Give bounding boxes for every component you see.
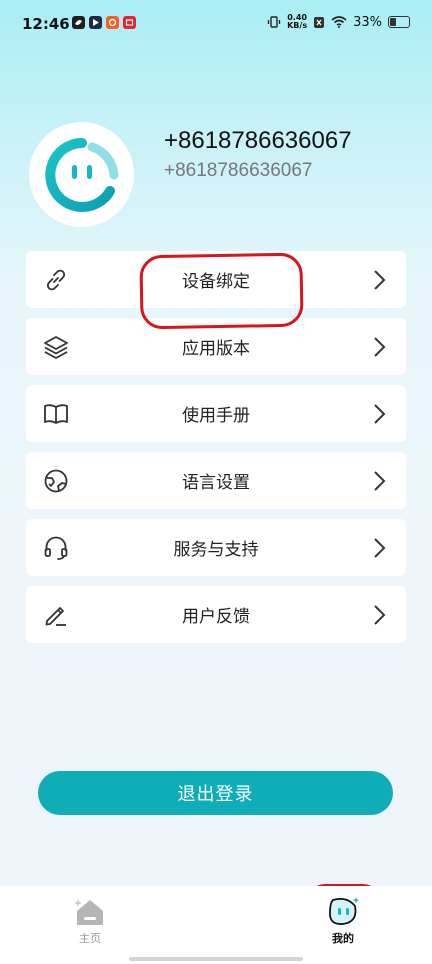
link-icon	[46, 269, 66, 291]
menu-item-service-support[interactable]: 服务与支持	[26, 519, 406, 576]
notification-icons	[72, 16, 136, 29]
menu-item-feedback[interactable]: 用户反馈	[26, 586, 406, 643]
menu-label: 使用手册	[182, 406, 250, 426]
chevron-right-icon	[374, 404, 386, 424]
avatar[interactable]	[29, 122, 134, 227]
menu-label: 用户反馈	[182, 607, 250, 627]
globe-icon	[44, 469, 68, 493]
tab-mine[interactable]: 我的	[313, 896, 373, 946]
tab-label: 主页	[79, 932, 101, 945]
store-notification-icon	[123, 16, 136, 29]
menu-label: 设备绑定	[182, 272, 250, 292]
menu-item-language[interactable]: 语言设置	[26, 452, 406, 509]
status-time: 12:46	[22, 15, 70, 33]
menu-item-device-binding[interactable]: 设备绑定	[26, 251, 406, 308]
menu-item-user-manual[interactable]: 使用手册	[26, 385, 406, 442]
menu-item-app-version[interactable]: 应用版本	[26, 318, 406, 375]
chevron-right-icon	[374, 471, 386, 491]
chevron-right-icon	[374, 337, 386, 357]
battery-icon	[388, 16, 410, 28]
edit-icon	[45, 607, 66, 626]
status-right: 0.40 KB/s 33%	[267, 14, 410, 30]
book-icon	[44, 404, 68, 424]
chevron-right-icon	[374, 270, 386, 290]
user-account-id: +8618786636067	[164, 160, 313, 181]
settings-menu: 设备绑定 应用版本 使用手册 语言设置 服务与支持 用户反馈	[26, 251, 406, 653]
wifi-icon	[331, 16, 347, 28]
network-speed: 0.40 KB/s	[287, 13, 308, 30]
menu-label: 语言设置	[182, 473, 250, 493]
headset-icon	[44, 536, 68, 560]
robot-logo-icon	[44, 137, 118, 212]
vibrate-icon	[267, 16, 281, 28]
layers-icon	[44, 336, 68, 359]
home-indicator[interactable]	[129, 957, 303, 961]
robot-face-icon	[329, 897, 360, 925]
shopping-notification-icon	[106, 16, 119, 29]
app-notification-icon	[72, 16, 85, 29]
menu-label: 应用版本	[182, 339, 250, 359]
home-icon	[74, 899, 103, 925]
logout-button[interactable]: 退出登录	[38, 771, 393, 815]
tab-home[interactable]: 主页	[60, 896, 120, 946]
user-phone: +8618786636067	[164, 127, 352, 154]
sim-disabled-icon	[314, 16, 325, 28]
menu-label: 服务与支持	[173, 540, 259, 560]
tab-label: 我的	[332, 932, 354, 945]
play-notification-icon	[89, 16, 102, 29]
chevron-right-icon	[374, 538, 386, 558]
bottom-tab-bar: 主页 我的	[0, 886, 432, 964]
battery-percent: 33%	[353, 14, 382, 30]
status-bar: 12:46 0.40 KB/s 33%	[0, 0, 432, 50]
chevron-right-icon	[374, 605, 386, 625]
